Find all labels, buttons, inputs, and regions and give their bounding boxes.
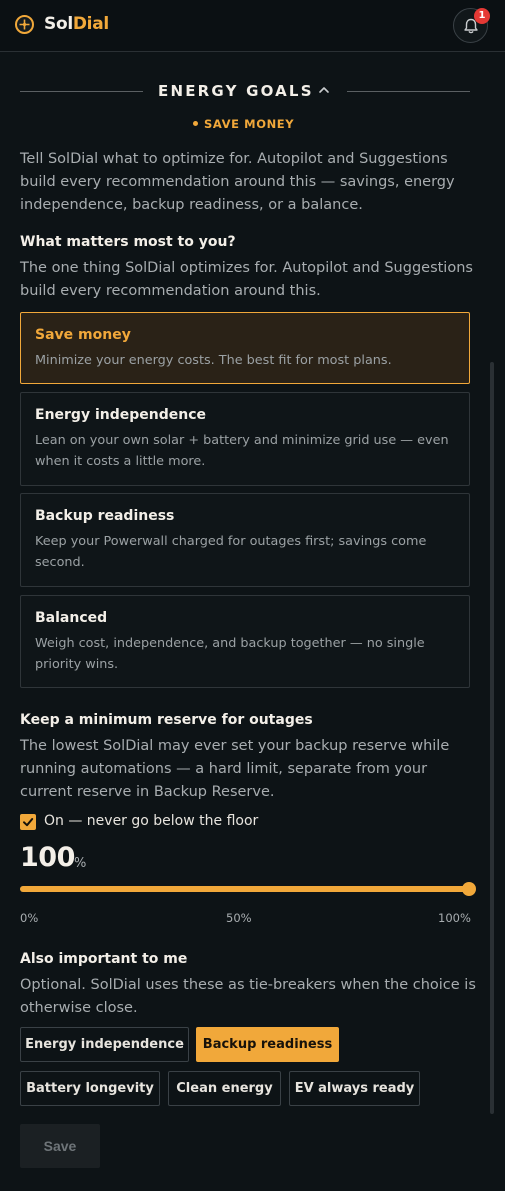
reserve-checkbox-label[interactable]: On — never go below the floor — [44, 813, 258, 829]
reserve-slider-thumb[interactable] — [462, 882, 476, 896]
save-button[interactable]: Save — [20, 1124, 100, 1168]
section-title[interactable]: ENERGY GOALS — [158, 82, 314, 100]
slider-tick-mid: 50% — [226, 911, 252, 925]
top-bar: SolDial 1 — [0, 0, 505, 52]
slider-tick-max: 100% — [438, 911, 471, 925]
slider-tick-min: 0% — [20, 911, 39, 925]
chevron-up-icon[interactable] — [318, 84, 330, 96]
goal-status: SAVE MONEY — [193, 117, 294, 131]
section-intro: Tell SolDial what to optimize for. Autop… — [20, 151, 455, 213]
reserve-checkbox[interactable] — [20, 814, 36, 830]
reserve-slider[interactable] — [20, 882, 476, 896]
chip-energy-independence[interactable]: Energy independence — [20, 1027, 189, 1062]
section-divider-right — [347, 91, 470, 92]
goal-option-description: Lean on your own solar + battery and min… — [35, 433, 449, 469]
section-divider-left — [20, 91, 143, 92]
goal-option-save-money[interactable]: Save money Minimize your energy costs. T… — [20, 312, 470, 384]
reserve-unit: % — [74, 856, 87, 871]
scrollbar[interactable] — [490, 362, 494, 1114]
goal-option-balanced[interactable]: Balanced Weigh cost, independence, and b… — [20, 595, 470, 688]
brand-logo-icon — [15, 14, 34, 34]
goal-option-description: Keep your Powerwall charged for outages … — [35, 534, 427, 570]
notification-badge: 1 — [474, 8, 490, 24]
chip-ev-always-ready[interactable]: EV always ready — [289, 1071, 420, 1106]
notifications-button[interactable]: 1 — [453, 8, 490, 43]
brand-name: SolDial — [44, 14, 109, 34]
goal-option-description: Minimize your energy costs. The best fit… — [35, 353, 392, 368]
goal-option-title: Energy independence — [35, 407, 206, 423]
reserve-description: The lowest SolDial may ever set your bac… — [20, 738, 450, 800]
priority-heading: What matters most to you? — [20, 234, 236, 250]
goal-option-backup-readiness[interactable]: Backup readiness Keep your Powerwall cha… — [20, 493, 470, 587]
status-dot-icon — [193, 121, 198, 126]
checkmark-icon — [23, 818, 34, 827]
chip-battery-longevity[interactable]: Battery longevity — [20, 1071, 160, 1106]
priority-description: The one thing SolDial optimizes for. Aut… — [20, 260, 473, 299]
chip-backup-readiness[interactable]: Backup readiness — [196, 1027, 339, 1062]
goal-option-energy-independence[interactable]: Energy independence Lean on your own sol… — [20, 392, 470, 486]
secondary-description: Optional. SolDial uses these as tie-brea… — [20, 977, 476, 1016]
goal-option-description: Weigh cost, independence, and backup tog… — [35, 636, 425, 672]
goal-option-title: Balanced — [35, 610, 108, 626]
brand-name-part2: Dial — [72, 14, 109, 34]
goal-option-title: Backup readiness — [35, 508, 175, 524]
goal-status-label: SAVE MONEY — [204, 117, 295, 131]
reserve-value: 100 — [20, 842, 75, 873]
reserve-slider-fill — [20, 886, 470, 892]
brand[interactable]: SolDial — [15, 14, 109, 34]
brand-name-part1: Sol — [44, 14, 73, 34]
reserve-heading: Keep a minimum reserve for outages — [20, 712, 313, 728]
goal-option-title: Save money — [35, 327, 131, 343]
chip-clean-energy[interactable]: Clean energy — [168, 1071, 281, 1106]
secondary-heading: Also important to me — [20, 951, 188, 967]
